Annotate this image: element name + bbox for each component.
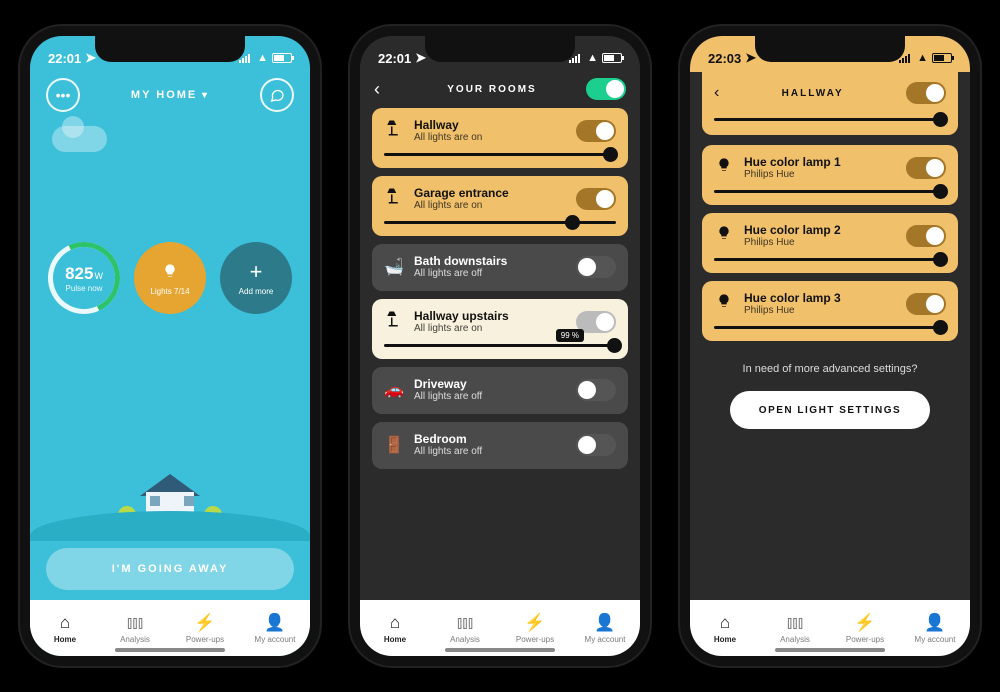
lamp-card[interactable]: Hue color lamp 1Philips Hue xyxy=(702,145,958,205)
bulb-icon xyxy=(714,157,734,178)
brightness-slider[interactable] xyxy=(714,326,946,329)
tab-home[interactable]: ⌂Home xyxy=(360,600,430,656)
room-toggle[interactable] xyxy=(576,188,616,210)
chart-icon: ⫾⫾⫾ xyxy=(457,613,473,633)
room-card[interactable]: 🚗 DrivewayAll lights are off xyxy=(372,367,628,414)
home-icon: ⌂ xyxy=(390,613,400,633)
location-icon: ➤ xyxy=(745,50,756,66)
battery-icon xyxy=(602,53,622,63)
back-button[interactable]: ‹ xyxy=(714,84,719,102)
room-card[interactable]: HallwayAll lights are on xyxy=(372,108,628,168)
chat-button[interactable] xyxy=(260,78,294,112)
pulse-label: Pulse now xyxy=(66,284,103,293)
room-title: HALLWAY xyxy=(782,88,844,99)
tab-account[interactable]: 👤My account xyxy=(570,600,640,656)
brightness-slider[interactable] xyxy=(714,258,946,261)
wifi-icon: ▲ xyxy=(587,52,598,64)
lamp-icon xyxy=(384,187,404,210)
bulb-icon xyxy=(714,225,734,246)
lamp-card[interactable]: Hue color lamp 3Philips Hue xyxy=(702,281,958,341)
ground xyxy=(30,511,310,541)
door-icon: 🚪 xyxy=(384,435,404,455)
tab-home[interactable]: ⌂Home xyxy=(30,600,100,656)
home-icon: ⌂ xyxy=(60,613,70,633)
bath-icon: 🛁 xyxy=(384,257,404,277)
advanced-question: In need of more advanced settings? xyxy=(702,363,958,375)
room-card[interactable]: 🛁 Bath downstairsAll lights are off xyxy=(372,244,628,291)
brightness-slider[interactable] xyxy=(384,221,616,224)
user-icon: 👤 xyxy=(594,613,615,633)
chart-icon: ⫾⫾⫾ xyxy=(787,613,803,633)
tab-home[interactable]: ⌂Home xyxy=(690,600,760,656)
battery-icon xyxy=(932,53,952,63)
room-toggle[interactable] xyxy=(576,256,616,278)
tab-account[interactable]: 👤My account xyxy=(900,600,970,656)
car-icon: 🚗 xyxy=(384,380,404,400)
chart-icon: ⫾⫾⫾ xyxy=(127,613,143,633)
brightness-slider[interactable] xyxy=(714,190,946,193)
location-icon: ➤ xyxy=(415,50,426,66)
brightness-badge: 99 % xyxy=(556,329,584,342)
room-card[interactable]: 🚪 BedroomAll lights are off xyxy=(372,422,628,469)
location-icon: ➤ xyxy=(85,50,96,66)
wifi-icon: ▲ xyxy=(917,52,928,64)
lamps-list: Hue color lamp 1Philips Hue Hue color la… xyxy=(690,145,970,656)
room-master-toggle[interactable] xyxy=(906,82,946,104)
room-toggle[interactable] xyxy=(576,379,616,401)
home-indicator[interactable] xyxy=(775,648,885,652)
brightness-slider[interactable] xyxy=(384,344,616,347)
bulb-icon xyxy=(162,261,178,283)
room-hero: ‹ HALLWAY xyxy=(702,72,958,135)
lamp-icon xyxy=(384,310,404,333)
room-toggle[interactable] xyxy=(576,434,616,456)
lamp-toggle[interactable] xyxy=(906,157,946,179)
home-indicator[interactable] xyxy=(115,648,225,652)
tab-account[interactable]: 👤My account xyxy=(240,600,310,656)
lamp-toggle[interactable] xyxy=(906,293,946,315)
lights-button[interactable]: Lights 7/14 xyxy=(134,242,206,314)
home-icon: ⌂ xyxy=(720,613,730,633)
home-indicator[interactable] xyxy=(445,648,555,652)
all-rooms-toggle[interactable] xyxy=(586,78,626,100)
room-toggle[interactable] xyxy=(576,120,616,142)
battery-icon xyxy=(272,53,292,63)
user-icon: 👤 xyxy=(264,613,285,633)
user-icon: 👤 xyxy=(924,613,945,633)
brightness-slider[interactable] xyxy=(714,118,946,121)
room-card[interactable]: Hallway upstairsAll lights are on 99 % xyxy=(372,299,628,359)
lamp-icon xyxy=(384,119,404,142)
bolt-icon: ⚡ xyxy=(194,613,215,633)
home-title[interactable]: MY HOME xyxy=(131,89,209,101)
status-time: 22:01 xyxy=(48,51,81,66)
lamp-card[interactable]: Hue color lamp 2Philips Hue xyxy=(702,213,958,273)
cloud-icon xyxy=(52,126,107,152)
plus-icon: + xyxy=(250,261,263,283)
add-label: Add more xyxy=(239,287,274,296)
wifi-icon: ▲ xyxy=(257,52,268,64)
status-time: 22:03 xyxy=(708,51,741,66)
menu-button[interactable]: ••• xyxy=(46,78,80,112)
rooms-title: YOUR ROOMS xyxy=(447,84,536,95)
brightness-slider[interactable] xyxy=(384,153,616,156)
lights-label: Lights 7/14 xyxy=(150,287,189,296)
bulb-icon xyxy=(714,293,734,314)
pulse-value: 825 xyxy=(65,264,93,283)
going-away-button[interactable]: I'M GOING AWAY xyxy=(46,548,294,590)
back-button[interactable]: ‹ xyxy=(374,79,398,100)
pulse-gauge[interactable]: 825W Pulse now xyxy=(48,242,120,314)
room-card[interactable]: Garage entranceAll lights are on xyxy=(372,176,628,236)
bolt-icon: ⚡ xyxy=(854,613,875,633)
rooms-list: HallwayAll lights are on Garage entrance… xyxy=(360,108,640,656)
open-light-settings-button[interactable]: OPEN LIGHT SETTINGS xyxy=(730,391,930,429)
bolt-icon: ⚡ xyxy=(524,613,545,633)
status-time: 22:01 xyxy=(378,51,411,66)
add-more-button[interactable]: + Add more xyxy=(220,242,292,314)
lamp-toggle[interactable] xyxy=(906,225,946,247)
pulse-unit: W xyxy=(94,271,103,281)
